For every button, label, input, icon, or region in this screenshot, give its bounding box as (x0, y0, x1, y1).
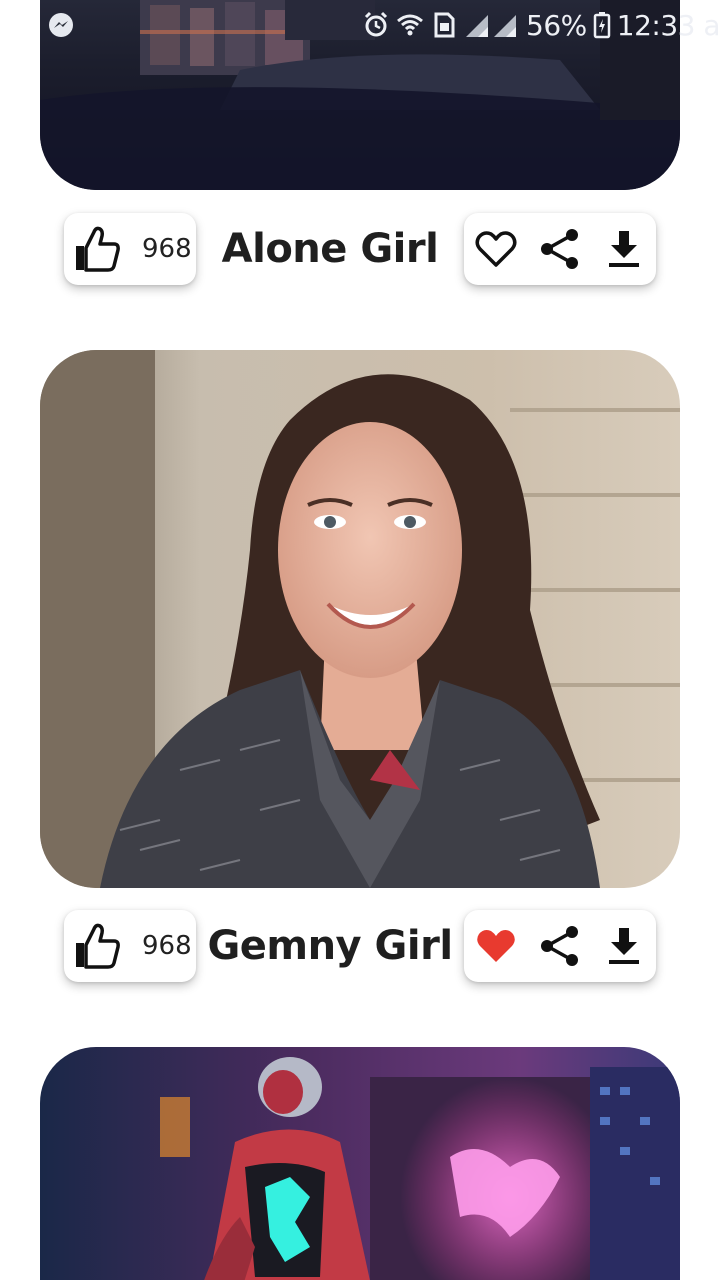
thumbs-up-icon (76, 226, 120, 272)
favorite-filled-icon[interactable] (474, 924, 518, 968)
battery-charging-icon (593, 12, 610, 39)
share-icon[interactable] (538, 227, 582, 271)
sim-icon (434, 12, 455, 38)
wallpaper-title: Gemny Girl (207, 923, 453, 969)
favorite-outline-icon[interactable] (474, 227, 518, 271)
wallpaper-image-2[interactable] (40, 350, 680, 888)
wallpaper-image-3[interactable] (40, 1047, 680, 1280)
clock: 12:33 a (616, 8, 720, 42)
status-bar: 56% 12:33 a (0, 0, 720, 50)
thumbs-up-icon (76, 923, 120, 969)
signal-icon (466, 15, 517, 37)
download-icon[interactable] (602, 924, 646, 968)
share-icon[interactable] (538, 924, 582, 968)
download-icon[interactable] (602, 227, 646, 271)
wallpaper-actions (464, 213, 656, 285)
alarm-icon (364, 11, 388, 37)
card-actions-row: 968 Gemny Girl (0, 910, 720, 984)
battery-percent: 56% (526, 8, 587, 42)
like-count: 968 (142, 931, 192, 961)
wallpaper-actions (464, 910, 656, 982)
wifi-icon (397, 14, 423, 36)
like-button[interactable]: 968 (64, 910, 196, 982)
card-actions-row: 968 Alone Girl (0, 213, 720, 287)
wallpaper-title: Alone Girl (221, 226, 439, 272)
like-count: 968 (142, 234, 192, 264)
messenger-icon (49, 13, 73, 37)
like-button[interactable]: 968 (64, 213, 196, 285)
